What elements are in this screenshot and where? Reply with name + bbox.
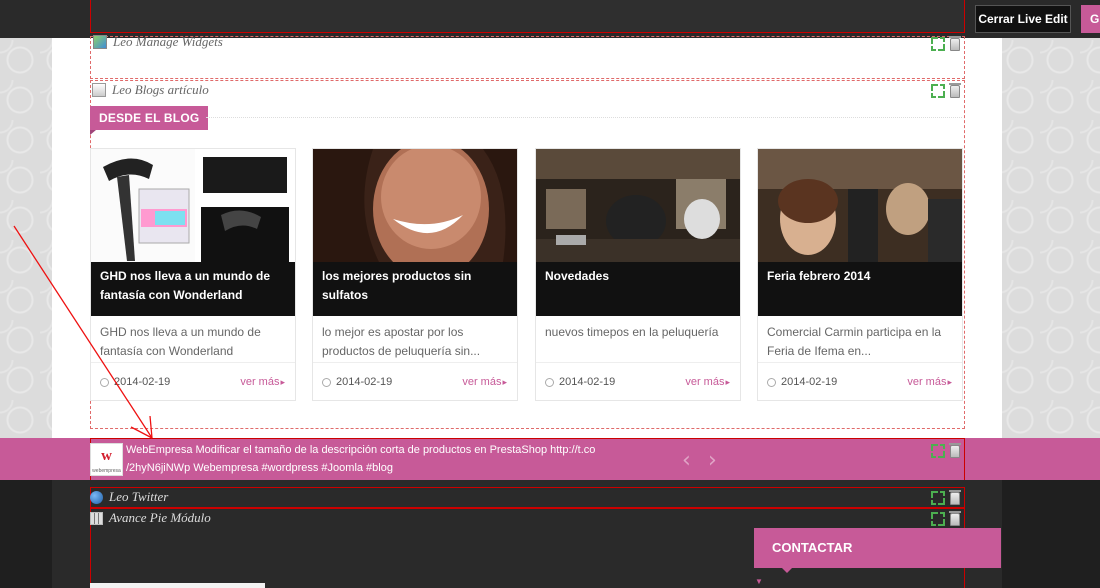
blog-post-title[interactable]: Feria febrero 2014 [758, 262, 962, 316]
expand-icon[interactable] [931, 37, 945, 51]
expand-icon[interactable] [931, 512, 945, 526]
blog-post-description: nuevos timepos en la peluquería [545, 325, 719, 339]
live-edit-toolbar [0, 0, 1100, 38]
clock-icon [322, 378, 331, 387]
tweet-prev-button[interactable]: ‹ [682, 448, 691, 473]
blog-post-image[interactable] [313, 149, 517, 262]
twitter-module-title: Leo Twitter [90, 489, 168, 505]
expand-icon[interactable] [931, 444, 945, 458]
blog-post-footer: 2014-02-19 ver más [313, 362, 517, 400]
blog-post-card[interactable]: GHD nos lleva a un mundo de fantasía con… [90, 148, 296, 401]
tweet-module-tools [931, 442, 961, 458]
blog-post-date: 2014-02-19 [114, 376, 171, 388]
blog-section-label: DESDE EL BLOG [90, 106, 209, 135]
twitter-module-label: Leo Twitter [109, 489, 169, 504]
globe-icon [90, 490, 103, 504]
blog-post-title[interactable]: GHD nos lleva a un mundo de fantasía con… [91, 262, 295, 316]
section-divider [206, 117, 962, 118]
blog-post-image[interactable] [536, 149, 740, 262]
contact-button[interactable]: CONTACTAR [754, 528, 1001, 573]
read-more-link[interactable]: ver más [685, 376, 730, 388]
blog-module-icon [92, 83, 106, 97]
tweet-text: WebEmpresa Modificar el tamaño de la des… [126, 441, 606, 477]
read-more-link[interactable]: ver más [240, 376, 285, 388]
trash-icon[interactable] [949, 489, 961, 505]
close-live-edit-button[interactable]: Cerrar Live Edit [975, 5, 1071, 33]
expand-icon[interactable] [931, 84, 945, 98]
blog-post-card[interactable]: los mejores productos sin sulfatos lo me… [312, 148, 518, 401]
tweet-next-button[interactable]: › [708, 448, 717, 473]
manage-widgets-tools [931, 35, 961, 51]
caret-down-icon: ▼ [755, 577, 763, 586]
blog-post-date: 2014-02-19 [781, 376, 838, 388]
footer-module-label: Avance Pie Módulo [109, 510, 211, 525]
clock-icon [767, 378, 776, 387]
blog-post-title[interactable]: los mejores productos sin sulfatos [313, 262, 517, 316]
blog-post-date: 2014-02-19 [336, 376, 393, 388]
webempresa-logo: w webempresa [90, 443, 123, 476]
clock-icon [100, 378, 109, 387]
read-more-link[interactable]: ver más [462, 376, 507, 388]
blog-post-description: Comercial Carmin participa en la Feria d… [767, 325, 942, 358]
clock-icon [545, 378, 554, 387]
blog-post-description: GHD nos lleva a un mundo de fantasía con… [100, 325, 261, 358]
blog-post-image[interactable] [758, 149, 962, 262]
footer-module-title: Avance Pie Módulo [90, 510, 211, 526]
expand-icon[interactable] [931, 491, 945, 505]
blogs-module-title: Leo Blogs artículo [92, 82, 209, 98]
trash-icon[interactable] [949, 82, 961, 98]
logo-caption: webempresa [92, 468, 121, 474]
blog-post-card[interactable]: Feria febrero 2014 Comercial Carmin part… [757, 148, 963, 401]
blog-post-footer: 2014-02-19 ver más [758, 362, 962, 400]
blog-post-footer: 2014-02-19 ver más [536, 362, 740, 400]
trash-icon[interactable] [949, 510, 961, 526]
blog-post-title[interactable]: Novedades [536, 262, 740, 316]
blog-post-image[interactable] [91, 149, 295, 262]
pink-toolbar-button[interactable]: G [1081, 5, 1100, 33]
blogs-module-label: Leo Blogs artículo [112, 82, 209, 97]
toolbar-module-outline [90, 0, 965, 33]
tweet-line-1: WebEmpresa Modificar el tamaño de la des… [126, 444, 596, 456]
widget-module-icon [93, 35, 107, 49]
blog-post-card[interactable]: Novedades nuevos timepos en la peluquerí… [535, 148, 741, 401]
manage-widgets-title: Leo Manage Widgets [93, 34, 223, 50]
twitter-module-tools [931, 489, 961, 505]
trash-icon[interactable] [949, 442, 961, 458]
blogs-module-tools [931, 82, 961, 98]
twitter-module[interactable] [90, 487, 965, 508]
table-icon [90, 511, 103, 525]
footer-module-tools [931, 510, 961, 526]
logo-mark: w [101, 448, 112, 464]
footer-white-bar [90, 583, 265, 588]
trash-icon[interactable] [949, 35, 961, 51]
manage-widgets-label: Leo Manage Widgets [113, 34, 223, 49]
tweet-line-2: /2hyN6jiNWp Webempresa #wordpress #Jooml… [126, 462, 393, 474]
blog-post-footer: 2014-02-19 ver más [91, 362, 295, 400]
read-more-link[interactable]: ver más [907, 376, 952, 388]
blog-post-description: lo mejor es apostar por los productos de… [322, 325, 481, 358]
blog-post-date: 2014-02-19 [559, 376, 616, 388]
